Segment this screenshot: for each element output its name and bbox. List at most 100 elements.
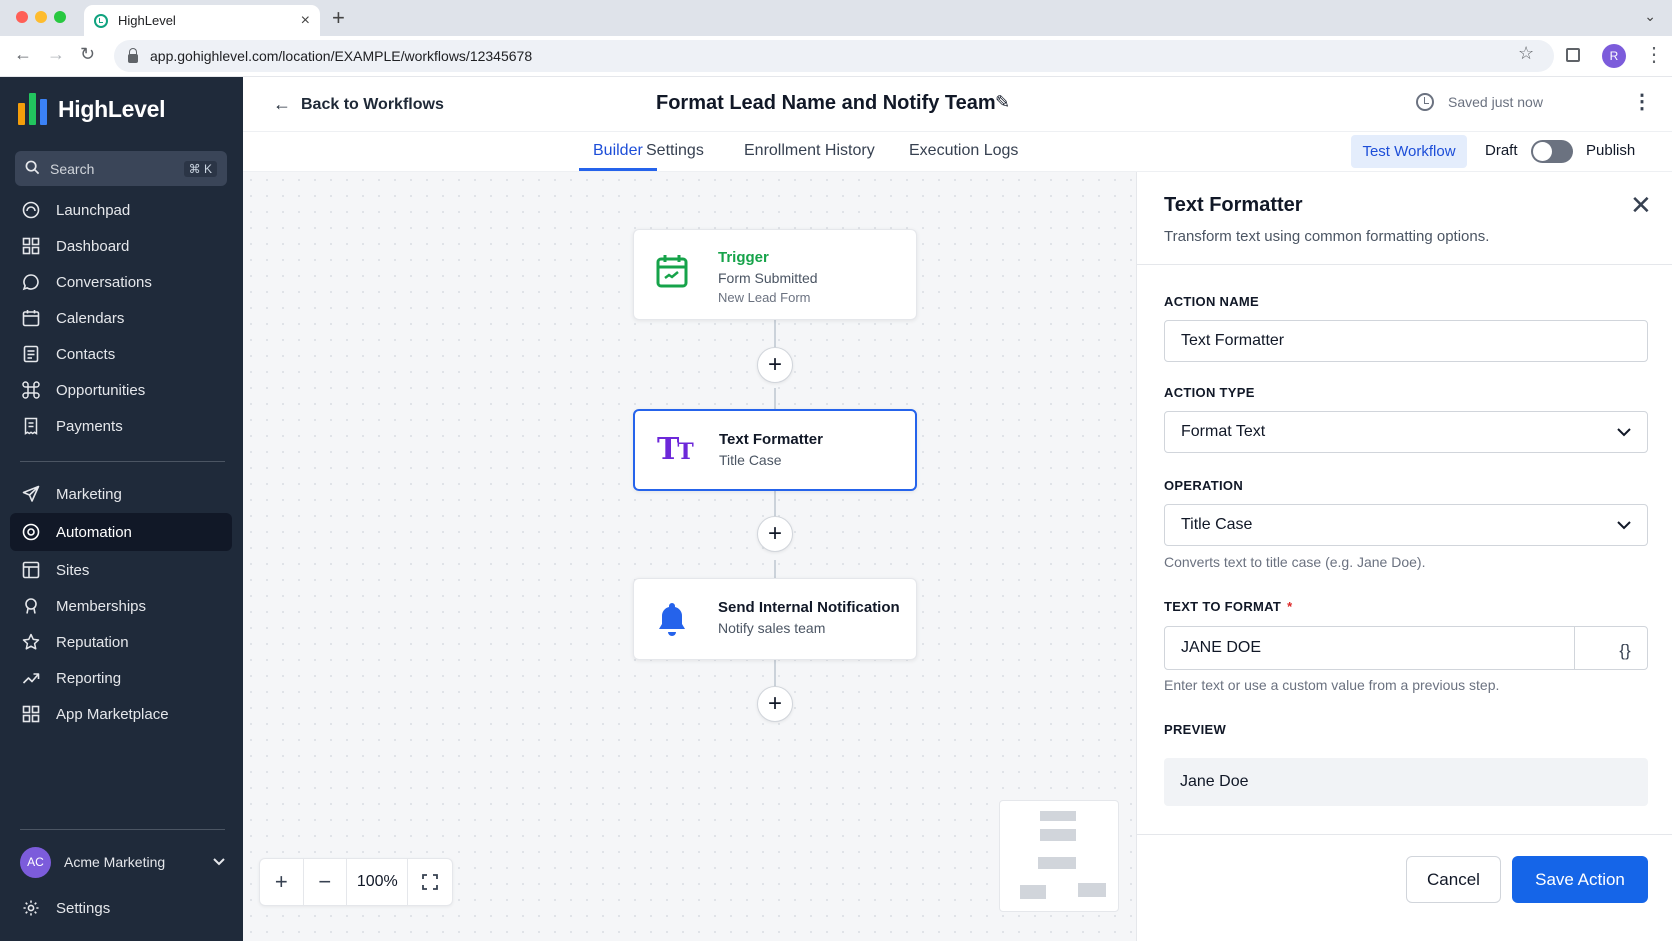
search-icon <box>25 160 40 178</box>
sidebar-item-payments[interactable]: Payments <box>10 407 232 445</box>
sidebar-item-launchpad[interactable]: Launchpad <box>10 191 232 229</box>
tab-close-icon[interactable]: × <box>301 12 310 30</box>
operation-value: Title Case <box>1181 516 1253 533</box>
sidebar-item-contacts[interactable]: Contacts <box>10 335 232 373</box>
text-formatter-node[interactable]: TT Text Formatter Title Case <box>633 409 917 491</box>
launchpad-icon <box>21 200 41 220</box>
back-arrow-icon[interactable]: ← <box>14 44 32 65</box>
apps-icon <box>21 704 41 724</box>
tab-execution-logs[interactable]: Execution Logs <box>909 142 1018 160</box>
zoom-level: 100% <box>347 859 409 905</box>
tab-search-icon[interactable]: ⌄ <box>1644 8 1656 25</box>
sidebar-item-label: Marketing <box>56 485 122 503</box>
cancel-button[interactable]: Cancel <box>1406 856 1501 903</box>
operation-select[interactable]: Title Case <box>1164 504 1648 546</box>
sidebar-item-label: Launchpad <box>56 201 131 219</box>
highlevel-logo[interactable]: HighLevel <box>18 93 166 125</box>
new-tab-button[interactable]: + <box>332 5 345 31</box>
save-action-button[interactable]: Save Action <box>1512 856 1648 903</box>
node-title: Text Formatter <box>719 431 823 448</box>
search-shortcut: ⌘ K <box>183 160 217 177</box>
dashboard-icon <box>21 236 41 256</box>
url-bar[interactable]: app.gohighlevel.com/location/EXAMPLE/wor… <box>114 40 1554 72</box>
text-format-icon: TT <box>657 432 694 467</box>
canvas-minimap[interactable] <box>999 800 1119 912</box>
saved-status-text: Saved just now <box>1448 94 1543 110</box>
close-window-button[interactable] <box>16 11 28 23</box>
tab-builder[interactable]: Builder <box>593 142 643 160</box>
sidebar-item-reporting[interactable]: Reporting <box>10 659 232 697</box>
back-to-workflows-link[interactable]: ← Back to Workflows <box>273 94 444 115</box>
sidebar-item-app-marketplace[interactable]: App Marketplace <box>10 695 232 733</box>
braces-icon[interactable]: {} <box>1603 641 1647 661</box>
send-icon <box>21 484 41 504</box>
sidebar-divider <box>20 461 225 462</box>
sidebar-item-reputation[interactable]: Reputation <box>10 623 232 661</box>
add-step-button[interactable]: + <box>757 516 793 552</box>
account-switcher[interactable]: AC Acme Marketing <box>20 846 225 878</box>
zoom-in-button[interactable]: + <box>260 859 304 905</box>
text-to-format-value: JANE DOE <box>1181 639 1262 656</box>
add-step-button[interactable]: + <box>757 347 793 383</box>
browser-tab[interactable]: HighLevel × <box>84 5 320 36</box>
edit-title-pencil-icon[interactable]: ✎ <box>995 92 1010 113</box>
close-icon[interactable]: ✕ <box>1630 190 1652 221</box>
sidebar-item-dashboard[interactable]: Dashboard <box>10 227 232 265</box>
preview-label: PREVIEW <box>1164 722 1227 737</box>
publish-toggle[interactable] <box>1531 140 1573 163</box>
sidebar-item-memberships[interactable]: Memberships <box>10 587 232 625</box>
action-name-input[interactable]: Text Formatter <box>1164 320 1648 362</box>
tab-enrollment-history[interactable]: Enrollment History <box>744 142 875 160</box>
reload-icon[interactable]: ↻ <box>80 44 95 65</box>
clock-history-icon[interactable] <box>1416 93 1434 111</box>
maximize-window-button[interactable] <box>54 11 66 23</box>
bookmark-star-icon[interactable]: ☆ <box>1518 43 1534 64</box>
sidebar-item-automation[interactable]: Automation <box>10 513 232 551</box>
star-icon <box>21 632 41 652</box>
zoom-out-button[interactable]: − <box>304 859 348 905</box>
sidebar-item-label: Reputation <box>56 633 129 651</box>
extensions-icon[interactable] <box>1566 48 1580 62</box>
text-to-format-hint: Enter text or use a custom value from a … <box>1164 677 1500 693</box>
account-avatar: AC <box>20 846 51 878</box>
sidebar-item-conversations[interactable]: Conversations <box>10 263 232 301</box>
sidebar-item-label: Payments <box>56 417 123 435</box>
sidebar-item-label: Calendars <box>56 309 125 327</box>
reporting-icon <box>21 668 41 688</box>
preview-output: Jane Doe <box>1164 758 1648 806</box>
test-workflow-button[interactable]: Test Workflow <box>1351 135 1467 168</box>
sidebar-search[interactable]: Search ⌘ K <box>15 151 227 186</box>
sidebar-item-sites[interactable]: Sites <box>10 551 232 589</box>
workflow-header: ← Back to Workflows Format Lead Name and… <box>243 77 1672 132</box>
more-options-icon[interactable]: ⋮ <box>1632 89 1652 114</box>
sidebar: HighLevel Search ⌘ K Launchpad Dashboard… <box>0 77 243 941</box>
node-subtitle: Form Submitted <box>718 270 818 286</box>
workflow-canvas[interactable]: Trigger Form Submitted New Lead Form + T… <box>243 172 1136 941</box>
operation-label: OPERATION <box>1164 478 1244 493</box>
sidebar-item-opportunities[interactable]: Opportunities <box>10 371 232 409</box>
sidebar-item-label: Opportunities <box>56 381 146 399</box>
panel-description: Transform text using common formatting o… <box>1164 228 1490 245</box>
fit-screen-button[interactable] <box>408 859 452 905</box>
forward-arrow-icon[interactable]: → <box>47 44 65 65</box>
sidebar-item-settings[interactable]: Settings <box>10 889 232 927</box>
sidebar-item-label: Memberships <box>56 597 147 615</box>
action-type-select[interactable]: Format Text <box>1164 411 1648 453</box>
minimize-window-button[interactable] <box>35 11 47 23</box>
action-name-label: ACTION NAME <box>1164 294 1260 309</box>
preview-value: Jane Doe <box>1180 773 1249 790</box>
tab-settings[interactable]: Settings <box>646 142 704 160</box>
sidebar-item-label: Contacts <box>56 345 116 363</box>
chevron-down-icon <box>1617 517 1631 533</box>
tab-title: HighLevel <box>118 13 176 28</box>
browser-menu-icon[interactable]: ⋮ <box>1644 42 1664 67</box>
profile-avatar[interactable]: R <box>1602 44 1626 68</box>
panel-divider <box>1137 264 1672 265</box>
sidebar-item-calendars[interactable]: Calendars <box>10 299 232 337</box>
trigger-node[interactable]: Trigger Form Submitted New Lead Form <box>633 229 917 320</box>
notification-node[interactable]: Send Internal Notification Notify sales … <box>633 578 917 660</box>
add-step-button[interactable]: + <box>757 686 793 722</box>
publish-label: Publish <box>1586 142 1636 159</box>
sidebar-item-marketing[interactable]: Marketing <box>10 475 232 513</box>
sidebar-divider <box>20 829 225 830</box>
